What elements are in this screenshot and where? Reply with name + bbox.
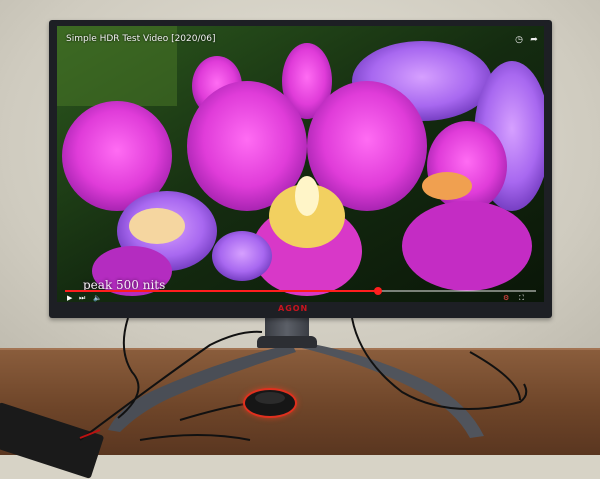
control-puck-top (255, 392, 285, 404)
video-frame-orchids (57, 26, 544, 302)
video-title[interactable]: Simple HDR Test Video [2020/06] (66, 34, 215, 44)
cable-6 (139, 434, 251, 441)
volume-icon[interactable]: 🔈 (93, 294, 102, 302)
settings-icon[interactable]: ⚙ (503, 294, 509, 302)
play-icon[interactable]: ▶ (67, 294, 72, 302)
monitor: Simple HDR Test Video [2020/06] ◷ ➦ peak… (49, 20, 552, 318)
cable-red (79, 429, 101, 439)
monitor-brand-logo: AGON (278, 304, 309, 313)
stand-leg-right (284, 340, 484, 438)
progress-fill (65, 290, 379, 292)
clock-icon[interactable]: ◷ (514, 35, 524, 45)
video-player[interactable]: Simple HDR Test Video [2020/06] ◷ ➦ peak… (57, 26, 544, 302)
fullscreen-icon[interactable]: ⛶ (519, 294, 524, 302)
progress-bar[interactable] (65, 287, 536, 295)
cable-5 (179, 403, 246, 421)
stand-neck-base (257, 336, 317, 348)
next-icon[interactable]: ⏭ (79, 294, 85, 302)
stand-leg-left (108, 344, 296, 432)
share-icon[interactable]: ➦ (529, 35, 539, 45)
cable-4 (469, 351, 521, 401)
